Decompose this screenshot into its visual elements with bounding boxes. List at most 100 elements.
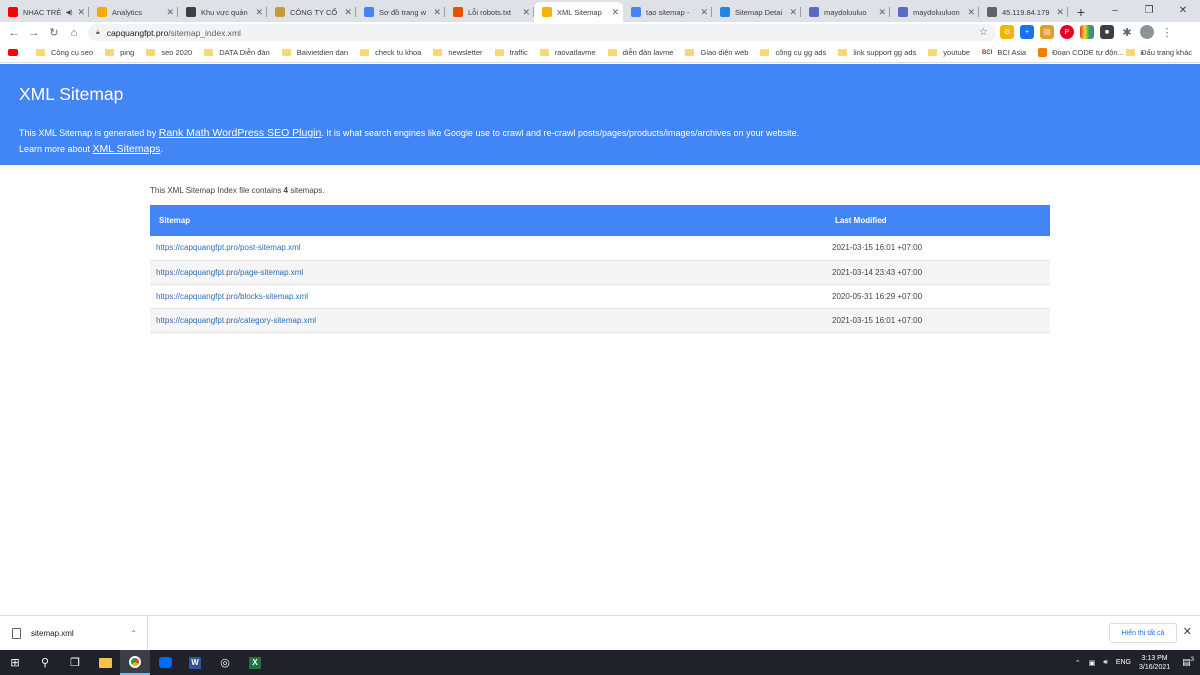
language-indicator[interactable]: ENG	[1116, 659, 1131, 666]
browser-tab[interactable]: Sơ đồ trang w ✕	[356, 2, 445, 22]
bookmark-item[interactable]	[8, 49, 24, 56]
profile-avatar[interactable]	[1140, 25, 1154, 39]
extension-cube-icon[interactable]: ■	[1100, 25, 1114, 39]
show-all-downloads-button[interactable]: Hiển thị tất cả	[1109, 623, 1177, 643]
chevron-up-icon[interactable]: ⌃	[130, 629, 137, 638]
minimize-button[interactable]: –	[1098, 0, 1132, 20]
browser-tab[interactable]: NHẠC TRẺ ◀) ✕	[0, 2, 89, 22]
tab-close-icon[interactable]: ✕	[255, 7, 263, 18]
volume-icon[interactable]: 🔊︎	[1103, 659, 1107, 667]
tab-close-icon[interactable]: ✕	[700, 7, 708, 18]
windows-start-icon[interactable]: ⊞	[0, 650, 30, 675]
browser-tab[interactable]: maydoluuluon ✕	[890, 2, 979, 22]
other-bookmarks[interactable]: Dấu trang khác	[1126, 48, 1192, 57]
bookmark-star-icon[interactable]: ☆	[979, 27, 988, 38]
bookmark-item[interactable]: Đoạn CODE tự độn...	[1038, 48, 1124, 57]
bookmark-label: traffic	[509, 48, 528, 57]
table-row: https://capquangfpt.pro/category-sitemap…	[150, 308, 1050, 333]
address-path: /sitemap_index.xml	[168, 27, 241, 38]
tab-close-icon[interactable]: ✕	[522, 7, 530, 18]
sitemap-link[interactable]: https://capquangfpt.pro/category-sitemap…	[156, 316, 316, 325]
network-icon[interactable]: ▣	[1089, 659, 1096, 667]
forward-button[interactable]: →	[24, 27, 44, 39]
browser-tab[interactable]: Sitemap Detai ✕	[712, 2, 801, 22]
sitemap-link[interactable]: https://capquangfpt.pro/page-sitemap.xml	[156, 268, 303, 277]
bookmark-item[interactable]: BCI BCI Asia	[982, 48, 1026, 57]
bookmark-item[interactable]: traffic	[494, 48, 528, 57]
maximize-button[interactable]: ❐	[1132, 0, 1166, 20]
bookmark-item[interactable]: ping	[105, 48, 134, 57]
bookmark-item[interactable]: check tu khoa	[360, 48, 421, 57]
zalo-icon[interactable]	[150, 650, 180, 675]
extension-tool-icon[interactable]: ▤	[1040, 25, 1054, 39]
new-tab-button[interactable]: +	[1068, 2, 1094, 22]
bookmark-item[interactable]: raovatlavme	[539, 48, 596, 57]
extensions-puzzle-icon[interactable]: ✱	[1120, 25, 1134, 39]
tab-close-icon[interactable]: ✕	[789, 7, 797, 18]
close-shelf-icon[interactable]: ✕	[1183, 625, 1192, 638]
sitemap-link[interactable]: https://capquangfpt.pro/post-sitemap.xml	[156, 243, 301, 252]
reload-button[interactable]: ↻	[44, 26, 64, 39]
chrome-icon[interactable]	[120, 650, 150, 675]
browser-tab[interactable]: 45.119.84.179 ✕	[979, 2, 1068, 22]
bookmark-item[interactable]: DATA Diễn đàn	[204, 48, 270, 57]
extension-gear-icon[interactable]: ⚙	[1000, 25, 1014, 39]
search-icon[interactable]: ⚲	[30, 650, 60, 675]
menu-kebab-icon[interactable]: ⋮	[1160, 25, 1174, 39]
pinterest-icon[interactable]: P	[1060, 25, 1074, 39]
excel-icon[interactable]: X	[240, 650, 270, 675]
tray-expand-icon[interactable]: ⌃	[1075, 659, 1081, 667]
tab-close-icon[interactable]: ✕	[1056, 7, 1064, 18]
tab-close-icon[interactable]: ✕	[611, 7, 619, 18]
browser-tab[interactable]: maydoluuluo ✕	[801, 2, 890, 22]
tab-close-icon[interactable]: ✕	[878, 7, 886, 18]
word-icon[interactable]: W	[180, 650, 210, 675]
tab-close-icon[interactable]: ✕	[967, 7, 975, 18]
browser-tab[interactable]: Khu vực quản ✕	[178, 2, 267, 22]
bookmark-item[interactable]: link support gg ads	[838, 48, 916, 57]
bookmark-item[interactable]: Baivietdien dan	[281, 48, 349, 57]
bookmark-label: DATA Diễn đàn	[219, 48, 270, 57]
back-button[interactable]: ←	[4, 27, 24, 39]
tab-close-icon[interactable]: ✕	[433, 7, 441, 18]
browser-tab[interactable]: tạo sitemap - ✕	[623, 2, 712, 22]
tab-close-icon[interactable]: ✕	[344, 7, 352, 18]
bookmark-item[interactable]: seo 2020	[146, 48, 192, 57]
address-host: capquangfpt.pro	[106, 27, 169, 38]
close-window-button[interactable]: ✕	[1166, 0, 1200, 20]
task-view-icon[interactable]: ❒	[60, 650, 90, 675]
address-bar[interactable]: 🔒︎ capquangfpt.pro/sitemap_index.xml ☆	[88, 24, 996, 41]
app-swirl-icon[interactable]: ◎	[210, 650, 240, 675]
extensions-area: ⚙ + ▤ P ■ ✱ ⋮	[1000, 25, 1174, 39]
bookmark-item[interactable]: youtube	[928, 48, 970, 57]
bookmark-item[interactable]: Giao diện web	[685, 48, 748, 57]
xml-sitemaps-link[interactable]: XML Sitemaps	[93, 143, 161, 155]
tab-close-icon[interactable]: ✕	[77, 7, 85, 18]
browser-tab[interactable]: XML Sitemap ✕	[534, 2, 623, 22]
bookmark-label: Baivietdien dan	[296, 48, 349, 57]
lock-icon[interactable]: 🔒︎	[96, 29, 100, 37]
clock-time: 3:13 PM	[1141, 654, 1168, 662]
table-row: https://capquangfpt.pro/page-sitemap.xml…	[150, 260, 1050, 285]
tab-close-icon[interactable]: ✕	[166, 7, 174, 18]
browser-tab[interactable]: Lỗi robots.txt ✕	[445, 2, 534, 22]
sitemap-link[interactable]: https://capquangfpt.pro/blocks-sitemap.x…	[156, 292, 308, 301]
extension-plus-icon[interactable]: +	[1020, 25, 1034, 39]
bookmark-item[interactable]: diễn đàn lavme	[607, 48, 673, 57]
browser-tab[interactable]: CÔNG TY CỔ ✕	[267, 2, 356, 22]
file-explorer-icon[interactable]	[90, 650, 120, 675]
column-header-sitemap: Sitemap	[150, 205, 830, 236]
browser-tab[interactable]: Analytics ✕	[89, 2, 178, 22]
bookmark-item[interactable]: công cụ gg ads	[760, 48, 826, 57]
browser-toolbar: ← → ↻ ⌂ 🔒︎ capquangfpt.pro/sitemap_index…	[0, 22, 1200, 43]
clock[interactable]: 3:13 PM 3/16/2021	[1139, 654, 1170, 672]
home-button[interactable]: ⌂	[64, 27, 84, 39]
rank-math-link[interactable]: Rank Math WordPress SEO Plugin	[159, 127, 322, 139]
download-item[interactable]: sitemap.xml ⌃	[0, 615, 148, 651]
audio-playing-icon[interactable]: ◀)	[66, 9, 73, 16]
bookmark-item[interactable]: newsletter	[433, 48, 483, 57]
sitemap-content: This XML Sitemap Index file contains 4 s…	[150, 186, 1050, 333]
notification-center-icon[interactable]: ▤3	[1182, 657, 1194, 668]
extension-color-icon[interactable]	[1080, 25, 1094, 39]
bookmark-item[interactable]: Công cụ seo	[36, 48, 93, 57]
